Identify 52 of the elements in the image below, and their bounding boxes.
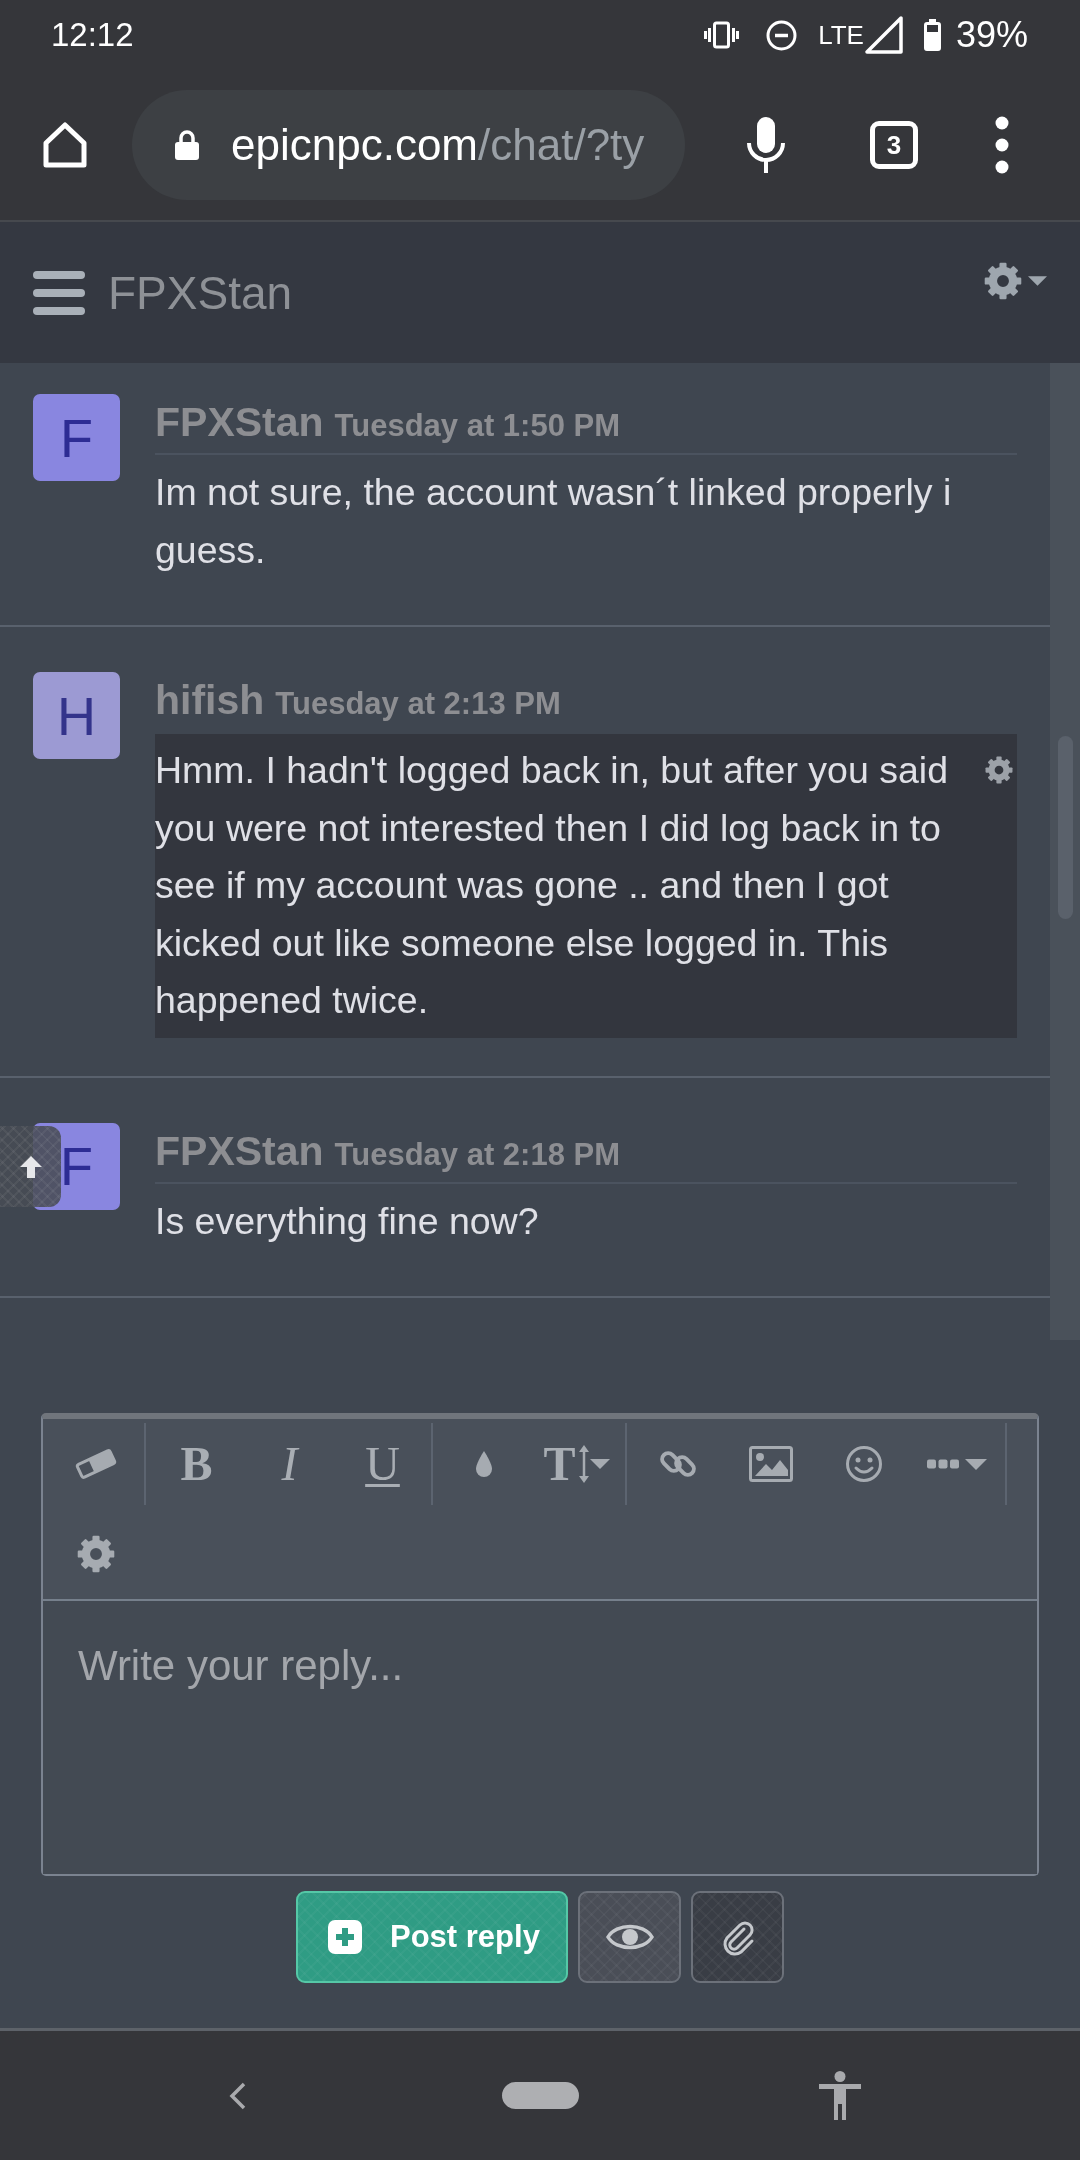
network-type: LTE <box>818 19 864 51</box>
back-icon[interactable] <box>229 2081 247 2110</box>
smiley-icon[interactable] <box>844 1445 883 1483</box>
droplet-icon[interactable] <box>474 1450 493 1478</box>
status-time: 12:12 <box>51 16 134 54</box>
battery-level: 39% <box>955 14 1028 56</box>
caret-icon <box>589 1459 610 1469</box>
bold-button[interactable]: B <box>180 1440 213 1488</box>
do-not-disturb-icon <box>766 19 798 51</box>
settings-icon[interactable] <box>76 1535 115 1573</box>
avatar[interactable]: H <box>33 672 120 759</box>
eraser-icon[interactable] <box>73 1449 118 1479</box>
more-button[interactable] <box>926 1458 987 1470</box>
message-text: Is everything fine now? <box>155 1198 540 1244</box>
editor-frame[interactable]: B I U T Write your reply... <box>41 1413 1039 1876</box>
author-name[interactable]: FPXStan <box>155 394 324 450</box>
image-icon[interactable] <box>748 1446 793 1482</box>
url-text[interactable]: epicnpc.com/chat/?ty <box>231 120 645 170</box>
home-button[interactable] <box>502 2082 579 2109</box>
caret-icon <box>964 1458 987 1470</box>
lock-icon <box>174 129 200 161</box>
preview-button[interactable] <box>578 1891 681 1983</box>
signal-icon <box>864 16 903 54</box>
battery-icon <box>923 19 941 51</box>
message-text: Hmm. I hadn't logged back in, but after you said you were not interested then I did log back in to see if my account was gone .. and then I got kicked out like someone else logged in. This happened twice. <box>155 734 1017 1038</box>
more-icon[interactable] <box>995 116 1009 174</box>
post-reply-button[interactable]: Post reply <box>296 1891 568 1983</box>
message-time: Tuesday at 2:18 PM <box>334 1135 620 1174</box>
message-time: Tuesday at 1:50 PM <box>334 407 620 445</box>
menu-icon[interactable] <box>33 270 85 315</box>
vibrate-icon <box>704 21 740 49</box>
microphone-icon[interactable] <box>746 116 786 174</box>
caret-icon <box>1028 276 1047 286</box>
author-name[interactable]: hifish <box>155 672 265 728</box>
address-bar[interactable]: epicnpc.com/chat/?ty <box>132 90 685 200</box>
italic-button[interactable]: I <box>281 1440 298 1488</box>
conversation-title: FPXStan <box>108 265 293 320</box>
settings-icon <box>984 262 1022 300</box>
font-size-button[interactable]: T <box>543 1440 610 1488</box>
author-name[interactable]: FPXStan <box>155 1122 324 1179</box>
settings-icon[interactable] <box>985 756 1013 784</box>
message-time: Tuesday at 2:13 PM <box>275 685 561 723</box>
message-text: Im not sure, the account wasn´t linked properly i guess. <box>155 470 953 573</box>
attach-button[interactable] <box>691 1891 784 1983</box>
settings-menu-button[interactable] <box>984 262 1047 300</box>
underline-button[interactable]: U <box>365 1440 400 1488</box>
accessibility-icon[interactable] <box>818 2070 862 2121</box>
avatar[interactable]: F <box>33 394 120 481</box>
scroll-to-top-button[interactable] <box>0 1126 61 1207</box>
ellipsis-icon <box>926 1459 959 1469</box>
tab-switcher-button[interactable]: 3 <box>870 121 918 169</box>
plus-icon <box>328 1920 362 1954</box>
